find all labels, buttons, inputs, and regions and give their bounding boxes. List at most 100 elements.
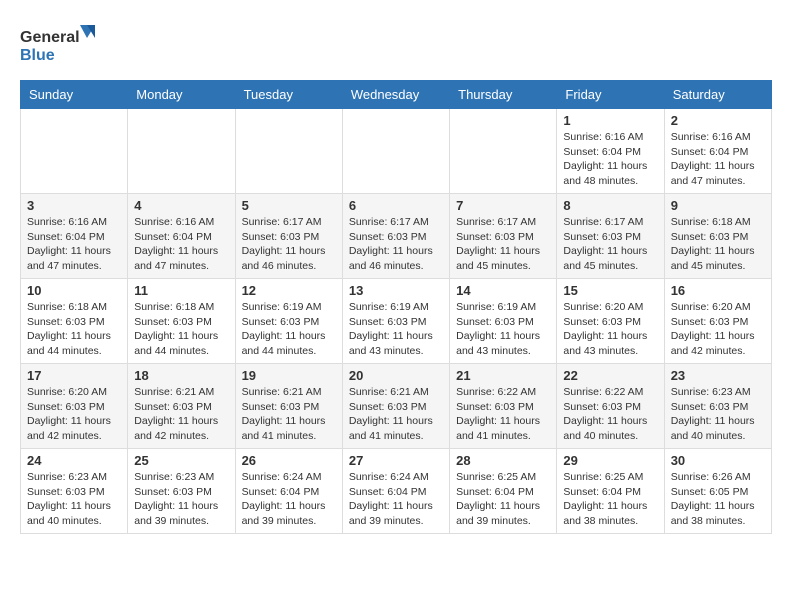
- calendar-week-row: 1Sunrise: 6:16 AM Sunset: 6:04 PM Daylig…: [21, 109, 772, 194]
- day-number: 26: [242, 453, 336, 468]
- calendar-cell: 5 Sunrise: 6:17 AM Sunset: 6:03 PM Daylig…: [235, 194, 342, 279]
- day-number: 8: [563, 198, 657, 213]
- day-info: Sunrise: 6:16 AM Sunset: 6:04 PM Dayligh…: [671, 130, 765, 189]
- calendar-cell: 28 Sunrise: 6:25 AM Sunset: 6:04 PM Dayli…: [450, 449, 557, 534]
- weekday-header: Sunday: [21, 81, 128, 109]
- day-number: 21: [456, 368, 550, 383]
- day-number: 15: [563, 283, 657, 298]
- calendar-cell: 24 Sunrise: 6:23 AM Sunset: 6:03 PM Dayli…: [21, 449, 128, 534]
- day-number: 28: [456, 453, 550, 468]
- calendar-table: SundayMondayTuesdayWednesdayThursdayFrid…: [20, 80, 772, 534]
- calendar-cell: 17Sunrise: 6:20 AM Sunset: 6:03 PM Dayli…: [21, 364, 128, 449]
- weekday-header: Tuesday: [235, 81, 342, 109]
- calendar-cell: 25Sunrise: 6:23 AM Sunset: 6:03 PM Dayli…: [128, 449, 235, 534]
- svg-text:General: General: [20, 29, 80, 46]
- day-number: 11: [134, 283, 228, 298]
- calendar-week-row: 10 Sunrise: 6:18 AM Sunset: 6:03 PM Dayli…: [21, 279, 772, 364]
- page-header: GeneralBlue: [20, 20, 772, 70]
- calendar-cell: [450, 109, 557, 194]
- calendar-cell: 9 Sunrise: 6:18 AM Sunset: 6:03 PM Daylig…: [664, 194, 771, 279]
- day-number: 13: [349, 283, 443, 298]
- calendar-cell: 30 Sunrise: 6:26 AM Sunset: 6:05 PM Dayli…: [664, 449, 771, 534]
- day-info: Sunrise: 6:16 AM Sunset: 6:04 PM Dayligh…: [134, 215, 228, 274]
- day-info: Sunrise: 6:26 AM Sunset: 6:05 PM Dayligh…: [671, 470, 765, 529]
- calendar-cell: [128, 109, 235, 194]
- day-info: Sunrise: 6:19 AM Sunset: 6:03 PM Dayligh…: [242, 300, 336, 359]
- day-number: 5: [242, 198, 336, 213]
- day-number: 27: [349, 453, 443, 468]
- day-info: Sunrise: 6:21 AM Sunset: 6:03 PM Dayligh…: [349, 385, 443, 444]
- calendar-cell: 4 Sunrise: 6:16 AM Sunset: 6:04 PM Daylig…: [128, 194, 235, 279]
- weekday-header: Friday: [557, 81, 664, 109]
- calendar-cell: 10Sunrise: 6:18 AM Sunset: 6:03 PM Dayli…: [21, 279, 128, 364]
- day-info: Sunrise: 6:22 AM Sunset: 6:03 PM Dayligh…: [563, 385, 657, 444]
- day-info: Sunrise: 6:21 AM Sunset: 6:03 PM Dayligh…: [242, 385, 336, 444]
- day-info: Sunrise: 6:25 AM Sunset: 6:04 PM Dayligh…: [456, 470, 550, 529]
- day-number: 2: [671, 113, 765, 128]
- day-number: 6: [349, 198, 443, 213]
- day-number: 23: [671, 368, 765, 383]
- calendar-cell: [235, 109, 342, 194]
- weekday-header: Thursday: [450, 81, 557, 109]
- day-number: 4: [134, 198, 228, 213]
- day-info: Sunrise: 6:22 AM Sunset: 6:03 PM Dayligh…: [456, 385, 550, 444]
- calendar-week-row: 24 Sunrise: 6:23 AM Sunset: 6:03 PM Dayli…: [21, 449, 772, 534]
- day-info: Sunrise: 6:23 AM Sunset: 6:03 PM Dayligh…: [27, 470, 121, 529]
- day-info: Sunrise: 6:23 AM Sunset: 6:03 PM Dayligh…: [671, 385, 765, 444]
- day-number: 7: [456, 198, 550, 213]
- calendar-cell: 22 Sunrise: 6:22 AM Sunset: 6:03 PM Dayli…: [557, 364, 664, 449]
- day-number: 25: [134, 453, 228, 468]
- day-number: 9: [671, 198, 765, 213]
- day-number: 29: [563, 453, 657, 468]
- day-info: Sunrise: 6:20 AM Sunset: 6:03 PM Dayligh…: [671, 300, 765, 359]
- calendar-cell: 7 Sunrise: 6:17 AM Sunset: 6:03 PM Daylig…: [450, 194, 557, 279]
- calendar-cell: 13 Sunrise: 6:19 AM Sunset: 6:03 PM Dayli…: [342, 279, 449, 364]
- calendar-cell: 1Sunrise: 6:16 AM Sunset: 6:04 PM Daylig…: [557, 109, 664, 194]
- day-number: 12: [242, 283, 336, 298]
- day-info: Sunrise: 6:24 AM Sunset: 6:04 PM Dayligh…: [349, 470, 443, 529]
- calendar-cell: 27 Sunrise: 6:24 AM Sunset: 6:04 PM Dayli…: [342, 449, 449, 534]
- day-info: Sunrise: 6:21 AM Sunset: 6:03 PM Dayligh…: [134, 385, 228, 444]
- calendar-cell: 20 Sunrise: 6:21 AM Sunset: 6:03 PM Dayli…: [342, 364, 449, 449]
- day-info: Sunrise: 6:20 AM Sunset: 6:03 PM Dayligh…: [563, 300, 657, 359]
- day-info: Sunrise: 6:17 AM Sunset: 6:03 PM Dayligh…: [242, 215, 336, 274]
- day-number: 14: [456, 283, 550, 298]
- day-number: 18: [134, 368, 228, 383]
- day-info: Sunrise: 6:18 AM Sunset: 6:03 PM Dayligh…: [671, 215, 765, 274]
- day-number: 20: [349, 368, 443, 383]
- day-number: 16: [671, 283, 765, 298]
- calendar-cell: 18 Sunrise: 6:21 AM Sunset: 6:03 PM Dayli…: [128, 364, 235, 449]
- day-info: Sunrise: 6:16 AM Sunset: 6:04 PM Dayligh…: [27, 215, 121, 274]
- calendar-cell: 16 Sunrise: 6:20 AM Sunset: 6:03 PM Dayli…: [664, 279, 771, 364]
- weekday-header: Saturday: [664, 81, 771, 109]
- day-number: 10: [27, 283, 121, 298]
- logo-icon: GeneralBlue: [20, 20, 100, 70]
- calendar-cell: 2 Sunrise: 6:16 AM Sunset: 6:04 PM Daylig…: [664, 109, 771, 194]
- calendar-cell: [342, 109, 449, 194]
- calendar-cell: 14 Sunrise: 6:19 AM Sunset: 6:03 PM Dayli…: [450, 279, 557, 364]
- day-info: Sunrise: 6:19 AM Sunset: 6:03 PM Dayligh…: [456, 300, 550, 359]
- calendar-cell: 29 Sunrise: 6:25 AM Sunset: 6:04 PM Dayli…: [557, 449, 664, 534]
- day-info: Sunrise: 6:17 AM Sunset: 6:03 PM Dayligh…: [349, 215, 443, 274]
- calendar-cell: 8 Sunrise: 6:17 AM Sunset: 6:03 PM Daylig…: [557, 194, 664, 279]
- day-number: 22: [563, 368, 657, 383]
- svg-text:Blue: Blue: [20, 47, 55, 64]
- day-info: Sunrise: 6:17 AM Sunset: 6:03 PM Dayligh…: [456, 215, 550, 274]
- day-info: Sunrise: 6:17 AM Sunset: 6:03 PM Dayligh…: [563, 215, 657, 274]
- day-number: 30: [671, 453, 765, 468]
- calendar-cell: [21, 109, 128, 194]
- day-info: Sunrise: 6:25 AM Sunset: 6:04 PM Dayligh…: [563, 470, 657, 529]
- day-number: 24: [27, 453, 121, 468]
- weekday-header: Monday: [128, 81, 235, 109]
- day-info: Sunrise: 6:16 AM Sunset: 6:04 PM Dayligh…: [563, 130, 657, 189]
- weekday-header: Wednesday: [342, 81, 449, 109]
- calendar-cell: 26Sunrise: 6:24 AM Sunset: 6:04 PM Dayli…: [235, 449, 342, 534]
- day-number: 17: [27, 368, 121, 383]
- calendar-cell: 15 Sunrise: 6:20 AM Sunset: 6:03 PM Dayli…: [557, 279, 664, 364]
- calendar-cell: 19Sunrise: 6:21 AM Sunset: 6:03 PM Dayli…: [235, 364, 342, 449]
- day-info: Sunrise: 6:19 AM Sunset: 6:03 PM Dayligh…: [349, 300, 443, 359]
- calendar-cell: 21 Sunrise: 6:22 AM Sunset: 6:03 PM Dayli…: [450, 364, 557, 449]
- day-info: Sunrise: 6:18 AM Sunset: 6:03 PM Dayligh…: [134, 300, 228, 359]
- calendar-week-row: 3Sunrise: 6:16 AM Sunset: 6:04 PM Daylig…: [21, 194, 772, 279]
- calendar-cell: 3Sunrise: 6:16 AM Sunset: 6:04 PM Daylig…: [21, 194, 128, 279]
